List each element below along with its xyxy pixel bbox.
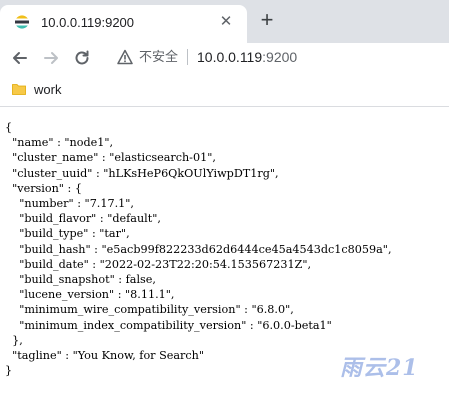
json-line: "version" : {: [5, 181, 82, 195]
json-line: "build_type" : "tar",: [5, 227, 130, 241]
bookmark-label: work: [34, 82, 62, 97]
json-line: "minimum_index_compatibility_version" : …: [5, 318, 332, 332]
url-text[interactable]: 10.0.0.119:9200: [197, 48, 297, 66]
json-line: "tagline" : "You Know, for Search": [5, 349, 205, 363]
url-host: 10.0.0.119: [197, 49, 263, 65]
new-tab-icon[interactable]: +: [257, 9, 277, 31]
back-arrow-icon[interactable]: [10, 48, 30, 68]
close-icon[interactable]: ✕: [218, 14, 234, 30]
json-line: }: [5, 364, 13, 378]
json-line: "build_hash" : "e5acb99f822233d62d6444ce…: [5, 242, 392, 256]
elasticsearch-logo-icon: [14, 14, 30, 30]
json-line: },: [5, 333, 23, 347]
active-tab[interactable]: 10.0.0.119:9200 ✕: [0, 5, 247, 43]
tab-title: 10.0.0.119:9200: [41, 15, 135, 30]
page-content: { "name" : "node1", "cluster_name" : "el…: [0, 107, 449, 404]
reload-icon[interactable]: [72, 48, 92, 68]
address-bar[interactable]: 不安全 10.0.0.119:9200: [107, 43, 449, 71]
bookmarks-bar: work: [0, 73, 449, 107]
json-line: "number" : "7.17.1",: [5, 197, 134, 211]
url-port: :9200: [262, 49, 298, 65]
security-label[interactable]: 不安全: [139, 49, 178, 65]
json-line: "build_flavor" : "default",: [5, 212, 161, 226]
tab-strip: 10.0.0.119:9200 ✕ +: [0, 0, 449, 43]
json-line: "minimum_wire_compatibility_version" : "…: [5, 303, 294, 317]
json-line: "build_snapshot" : false,: [5, 273, 156, 287]
json-response: { "name" : "node1", "cluster_name" : "el…: [5, 120, 392, 378]
watermark: 雨云21: [340, 355, 419, 381]
json-line: "build_date" : "2022-02-23T22:20:54.1535…: [5, 257, 312, 271]
json-line: "name" : "node1",: [5, 136, 114, 150]
divider: [187, 49, 188, 65]
folder-icon: [12, 84, 26, 95]
forward-arrow-icon[interactable]: [41, 48, 61, 68]
json-line: {: [5, 121, 13, 134]
json-line: "lucene_version" : "8.11.1",: [5, 288, 175, 302]
toolbar: 不安全 10.0.0.119:9200: [0, 43, 449, 73]
json-line: "cluster_uuid" : "hLKsHeP6QkOUlYiwpDT1rg…: [5, 166, 279, 180]
warning-icon[interactable]: [117, 49, 133, 65]
json-line: "cluster_name" : "elasticsearch-01",: [5, 151, 216, 165]
